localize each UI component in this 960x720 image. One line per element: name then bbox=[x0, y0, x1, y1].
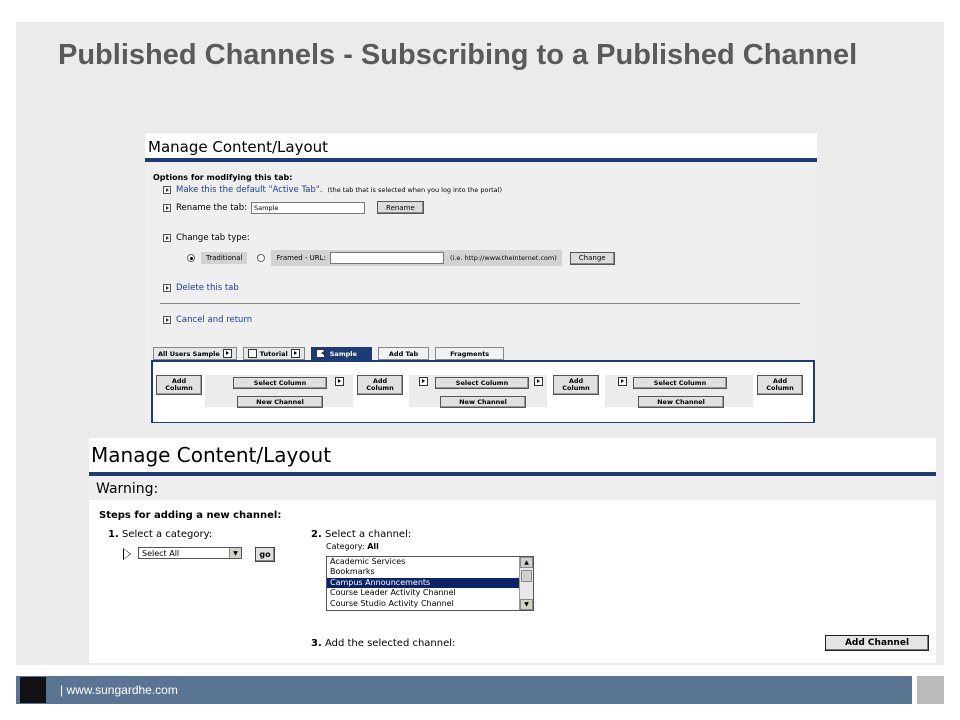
screenshot-title: Manage Content/Layout bbox=[148, 138, 329, 156]
move-right-icon[interactable] bbox=[290, 349, 300, 358]
traditional-radio[interactable] bbox=[187, 254, 195, 262]
bullet-arrow-icon bbox=[163, 203, 171, 212]
move-left-icon[interactable] bbox=[315, 349, 325, 358]
add-column-button[interactable]: Add Column bbox=[757, 375, 803, 395]
options-heading: Options for modifying this tab: bbox=[153, 173, 293, 182]
rename-button[interactable]: Rename bbox=[377, 201, 424, 214]
footer-square bbox=[20, 677, 46, 703]
make-default-row: Make this the default "Active Tab". (the… bbox=[163, 185, 502, 195]
tab-sample[interactable]: Sample bbox=[310, 347, 372, 360]
cancel-row: Cancel and return bbox=[163, 315, 252, 325]
new-channel-button[interactable]: New Channel bbox=[237, 396, 323, 408]
move-right-icon[interactable] bbox=[222, 349, 232, 358]
change-type-label: Change tab type: bbox=[176, 233, 250, 243]
delete-row: Delete this tab bbox=[163, 283, 239, 293]
list-item-selected[interactable]: Campus Announcements bbox=[327, 577, 522, 589]
list-item[interactable]: Bookmarks bbox=[327, 567, 522, 577]
step1-label: 1. Select a category: bbox=[108, 529, 213, 540]
listbox-scrollbar[interactable]: ▲ ▼ bbox=[519, 557, 533, 610]
framed-group: Framed - URL: (i.e. http://www.theIntern… bbox=[271, 250, 562, 266]
go-button[interactable]: go bbox=[255, 547, 275, 562]
cancel-return-link[interactable]: Cancel and return bbox=[176, 315, 252, 325]
tab-tutorial[interactable]: Tutorial bbox=[242, 347, 305, 360]
screenshot-title: Manage Content/Layout bbox=[91, 443, 332, 467]
bullet-arrow-icon bbox=[163, 316, 171, 324]
new-channel-button[interactable]: New Channel bbox=[440, 396, 526, 408]
new-channel-button[interactable]: New Channel bbox=[638, 396, 724, 408]
move-left-icon[interactable] bbox=[247, 349, 257, 358]
url-hint: (i.e. http://www.theInternet.com) bbox=[449, 254, 557, 262]
slide-title: Published Channels - Subscribing to a Pu… bbox=[58, 39, 858, 71]
select-column-button[interactable]: Select Column bbox=[633, 377, 727, 389]
bullet-arrow-icon bbox=[163, 284, 171, 292]
change-button[interactable]: Change bbox=[569, 251, 615, 265]
move-right-icon[interactable] bbox=[335, 377, 344, 386]
list-item[interactable]: Academic Services bbox=[327, 557, 522, 567]
footer-right-block bbox=[917, 676, 944, 704]
manage-layout-screenshot: Manage Content/Layout Options for modify… bbox=[145, 133, 817, 423]
select-column-button[interactable]: Select Column bbox=[233, 377, 327, 389]
fragments-tab[interactable]: Fragments bbox=[435, 347, 505, 360]
tab-all-users-sample[interactable]: All Users Sample bbox=[153, 347, 237, 360]
scroll-down-icon[interactable]: ▼ bbox=[520, 599, 533, 610]
tab-type-options: Traditional Framed - URL: (i.e. http://w… bbox=[187, 250, 615, 266]
chevron-down-icon[interactable]: ▼ bbox=[229, 548, 241, 558]
make-default-note: (the tab that is selected when you log i… bbox=[327, 186, 503, 194]
traditional-label: Traditional bbox=[201, 252, 248, 264]
add-tab-button[interactable]: Add Tab bbox=[377, 347, 430, 360]
warning-bar bbox=[89, 476, 936, 500]
rename-row: Rename the tab: Sample Rename bbox=[163, 201, 424, 214]
list-item[interactable]: Course Leader Activity Channel bbox=[327, 588, 522, 598]
move-right-icon[interactable] bbox=[534, 377, 543, 386]
column-layout-box: Add Column Select Column New Channel Add… bbox=[151, 360, 815, 423]
bullet-arrow-icon bbox=[163, 186, 171, 194]
add-column-button[interactable]: Add Column bbox=[357, 375, 403, 395]
select-column-button[interactable]: Select Column bbox=[435, 377, 529, 389]
delete-tab-link[interactable]: Delete this tab bbox=[176, 283, 239, 293]
framed-radio[interactable] bbox=[257, 254, 266, 262]
scroll-up-icon[interactable]: ▲ bbox=[520, 557, 533, 568]
step3-label: 3. Add the selected channel: bbox=[311, 638, 456, 649]
move-left-icon[interactable] bbox=[618, 377, 627, 386]
framed-label: Framed - URL: bbox=[276, 254, 326, 262]
category-indicator: Category: All bbox=[326, 542, 379, 551]
warning-label: Warning: bbox=[96, 481, 159, 497]
rename-input[interactable]: Sample bbox=[251, 201, 366, 214]
steps-heading: Steps for adding a new channel: bbox=[99, 510, 282, 521]
bullet-arrow-icon bbox=[163, 234, 171, 242]
footer-url: | www.sungardhe.com bbox=[60, 683, 178, 697]
step2-label: 2. Select a channel: bbox=[311, 529, 412, 540]
add-column-button[interactable]: Add Column bbox=[553, 375, 599, 395]
add-channel-screenshot: Manage Content/Layout Warning: Steps for… bbox=[89, 438, 936, 663]
move-left-icon[interactable] bbox=[419, 377, 428, 386]
url-input[interactable] bbox=[329, 252, 444, 264]
change-type-row: Change tab type: bbox=[163, 233, 250, 243]
rename-label: Rename the tab: bbox=[176, 202, 248, 213]
make-default-link[interactable]: Make this the default "Active Tab". bbox=[176, 185, 322, 195]
list-item[interactable]: Course Studio Activity Channel bbox=[327, 599, 522, 609]
add-channel-button[interactable]: Add Channel bbox=[825, 635, 929, 651]
channel-listbox[interactable]: Academic Services Bookmarks Campus Annou… bbox=[326, 556, 534, 611]
scroll-thumb[interactable] bbox=[521, 570, 532, 582]
category-select[interactable]: Select All ▼ bbox=[138, 547, 242, 559]
divider bbox=[160, 303, 800, 304]
portal-tab-bar: All Users Sample Tutorial Sample Add Tab… bbox=[153, 347, 510, 360]
add-column-button[interactable]: Add Column bbox=[156, 375, 202, 395]
